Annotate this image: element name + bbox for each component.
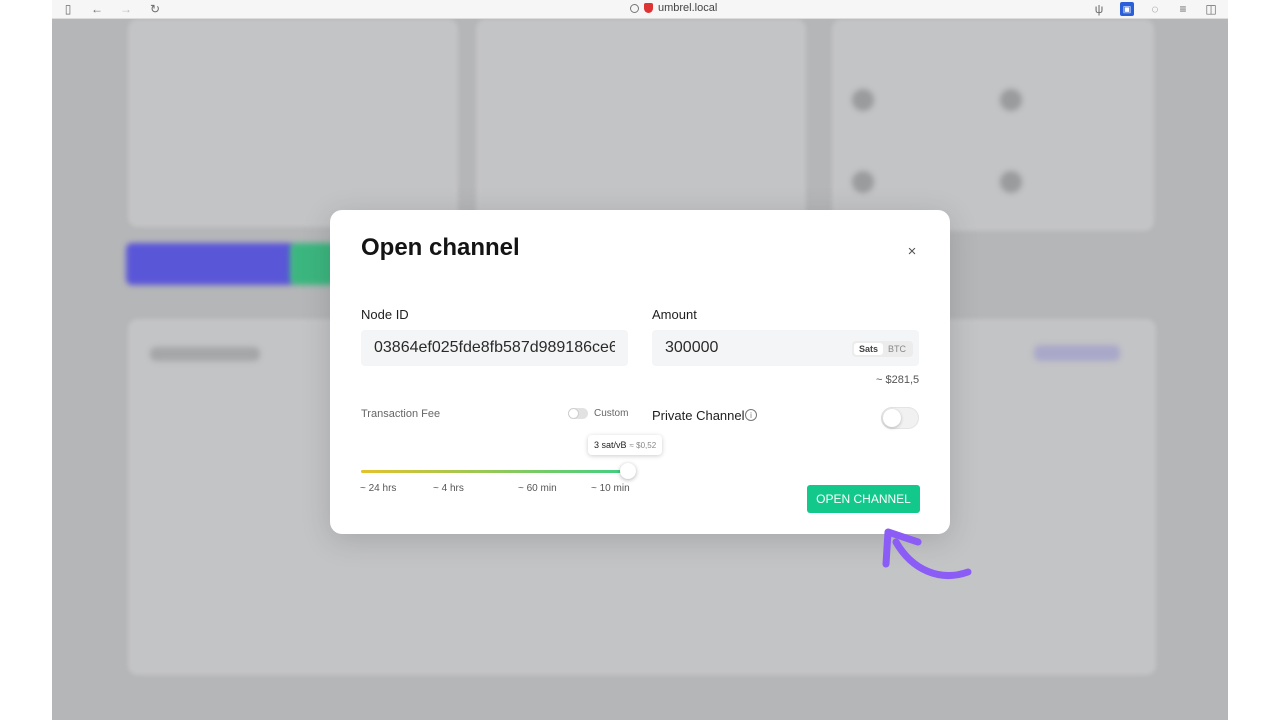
unit-sats-option[interactable]: Sats	[854, 343, 884, 355]
bg-card	[128, 19, 458, 227]
info-icon[interactable]: i	[745, 409, 757, 421]
fee-tick-24hrs: ~ 24 hrs	[360, 483, 397, 494]
fee-tick-10min: ~ 10 min	[591, 483, 630, 494]
bg-avatar	[1000, 171, 1022, 193]
bg-card	[832, 19, 1154, 231]
custom-fee-toggle[interactable]	[568, 408, 588, 419]
url-text: umbrel.local	[658, 2, 718, 14]
back-icon[interactable]: ←	[90, 2, 104, 16]
fee-rate: 3 sat/vB	[594, 440, 627, 450]
close-icon[interactable]: ×	[904, 244, 920, 260]
node-id-input[interactable]	[361, 330, 628, 366]
fee-fiat: ≈ $0,52	[629, 440, 657, 450]
forward-icon[interactable]: →	[119, 2, 133, 16]
fork-icon[interactable]: ψ	[1092, 2, 1106, 16]
fiat-value: ~ $281,5	[876, 374, 920, 386]
reader-icon[interactable]: ≡	[1176, 2, 1190, 16]
custom-fee-label: Custom	[594, 408, 629, 419]
address-bar[interactable]: umbrel.local	[630, 1, 717, 15]
browser-toolbar: ▯ ← → ↻ umbrel.local ψ ▣ ◌ ≡ ◫	[52, 0, 1228, 19]
transaction-fee-label: Transaction Fee	[361, 408, 441, 420]
profile-icon[interactable]: ▣	[1120, 2, 1134, 16]
chat-icon[interactable]: ◌	[1148, 2, 1162, 16]
reload-icon[interactable]: ↻	[148, 2, 162, 16]
bg-heading	[150, 347, 260, 361]
open-channel-button[interactable]: OPEN CHANNEL	[807, 485, 920, 513]
sidebar-icon[interactable]: ▯	[61, 2, 75, 16]
private-channel-switch[interactable]	[881, 407, 919, 429]
private-channel-label: Private Channel	[652, 408, 745, 423]
fee-tick-4hrs: ~ 4 hrs	[433, 483, 464, 494]
amount-label: Amount	[652, 307, 697, 322]
fee-slider-track[interactable]	[361, 470, 629, 473]
unit-btc-option[interactable]: BTC	[883, 343, 911, 355]
link-icon	[630, 3, 639, 13]
bg-avatar	[852, 171, 874, 193]
fee-slider-handle[interactable]	[620, 463, 636, 479]
bg-link	[1034, 345, 1120, 361]
node-id-label: Node ID	[361, 307, 409, 322]
bg-avatar	[852, 89, 874, 111]
unit-toggle: Sats BTC	[852, 341, 914, 357]
dialog-title: Open channel	[361, 234, 520, 261]
bg-button	[126, 243, 294, 285]
open-channel-dialog: Open channel × Node ID Amount Sats BTC ~…	[330, 210, 950, 534]
bg-card	[476, 19, 806, 227]
shield-icon	[644, 3, 653, 13]
annotation-arrow-icon	[882, 528, 972, 579]
bg-avatar	[1000, 89, 1022, 111]
fee-tick-60min: ~ 60 min	[518, 483, 557, 494]
fee-tooltip: 3 sat/vB ≈ $0,52	[588, 435, 663, 455]
split-view-icon[interactable]: ◫	[1204, 2, 1218, 16]
